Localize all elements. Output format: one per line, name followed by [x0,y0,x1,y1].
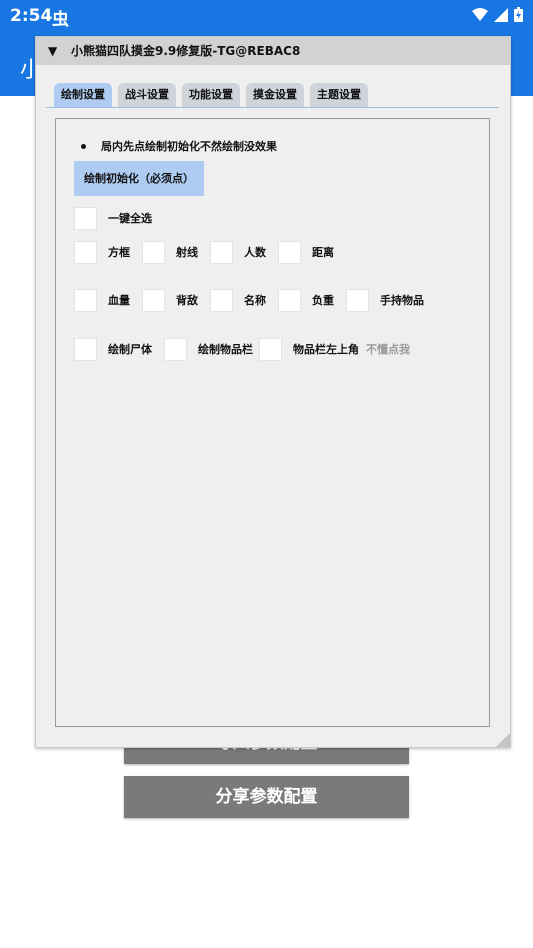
back-enemy-label: 背敌 [176,294,198,307]
weight-checkbox[interactable] [278,289,301,312]
select-all-checkbox[interactable] [74,207,97,230]
line-label: 射线 [176,246,198,259]
status-icons [472,7,523,22]
status-time: 2:54 [10,6,53,26]
tab-combat-settings[interactable]: 战斗设置 [118,83,176,107]
battery-icon [514,7,523,22]
window-title: 小熊猫四队摸金9.9修复版-TG@REBAC8 [71,44,301,58]
triangle-down-icon[interactable]: ▼ [48,37,57,65]
box-checkbox[interactable] [74,241,97,264]
box-label: 方框 [108,246,130,259]
bug-icon: 虫 [52,10,69,30]
tab-loot-settings[interactable]: 摸金设置 [246,83,304,107]
player-count-label: 人数 [244,246,266,259]
health-label: 血量 [108,294,130,307]
draw-init-button[interactable]: 绘制初始化（必须点） [74,161,204,196]
signal-icon [494,7,508,22]
name-checkbox[interactable] [210,289,233,312]
draw-inventory-checkbox[interactable] [164,338,187,361]
inventory-top-left-label: 物品栏左上角 [293,343,359,356]
window-titlebar[interactable]: ▼ 小熊猫四队摸金9.9修复版-TG@REBAC8 [36,37,510,65]
held-item-label: 手持物品 [380,294,424,307]
wifi-icon [472,7,488,21]
bullet-icon [81,144,86,149]
init-note-text: 局内先点绘制初始化不然绘制没效果 [101,140,277,153]
health-checkbox[interactable] [74,289,97,312]
draw-corpse-label: 绘制尸体 [108,343,152,356]
draw-inventory-label: 绘制物品栏 [198,343,253,356]
tab-bar: 绘制设置 战斗设置 功能设置 摸金设置 主题设置 [54,83,368,109]
draw-settings-panel: 局内先点绘制初始化不然绘制没效果 绘制初始化（必须点） 一键全选 方框 射线 人… [55,118,490,727]
floating-menu-window[interactable]: ▼ 小熊猫四队摸金9.9修复版-TG@REBAC8 绘制设置 战斗设置 功能设置… [35,36,511,748]
init-note: 局内先点绘制初始化不然绘制没效果 [81,138,277,154]
distance-label: 距离 [312,246,334,259]
draw-corpse-checkbox[interactable] [74,338,97,361]
inventory-top-left-checkbox[interactable] [259,338,282,361]
held-item-checkbox[interactable] [346,289,369,312]
help-link[interactable]: 不懂点我 [366,338,410,361]
tab-draw-settings[interactable]: 绘制设置 [54,83,112,107]
back-enemy-checkbox[interactable] [142,289,165,312]
line-checkbox[interactable] [142,241,165,264]
weight-label: 负重 [312,294,334,307]
select-all-label: 一键全选 [108,212,152,225]
name-label: 名称 [244,294,266,307]
player-count-checkbox[interactable] [210,241,233,264]
tab-theme-settings[interactable]: 主题设置 [310,83,368,107]
resize-handle[interactable] [496,733,510,747]
share-config-button[interactable]: 分享参数配置 [124,776,409,818]
tab-function-settings[interactable]: 功能设置 [182,83,240,107]
tab-underline [46,107,499,108]
distance-checkbox[interactable] [278,241,301,264]
